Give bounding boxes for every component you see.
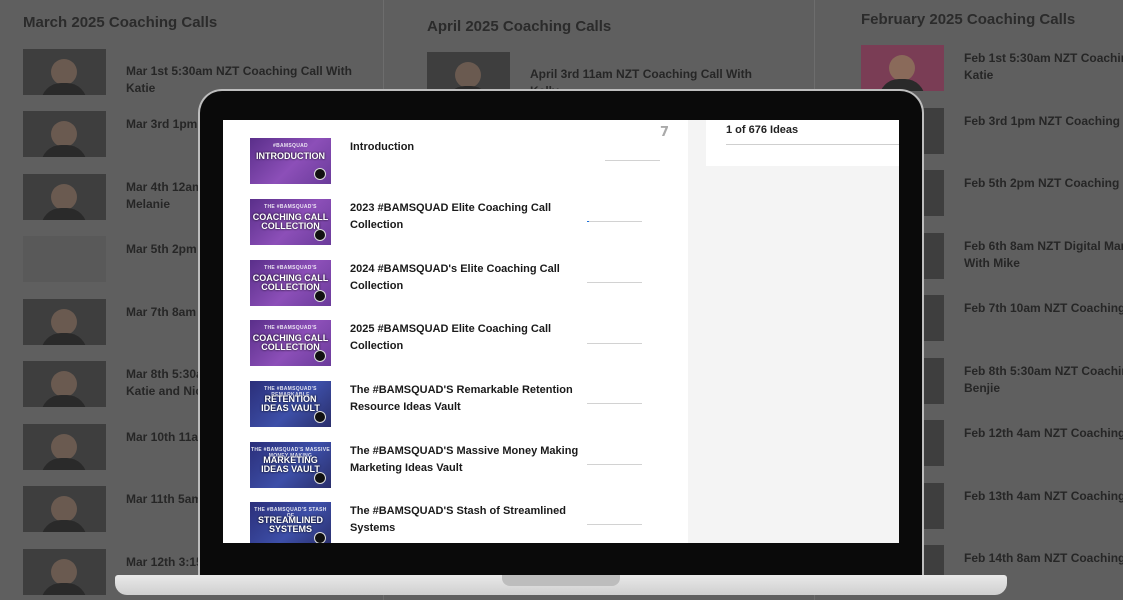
course-progress-bar [587, 524, 642, 525]
course-thumbnail[interactable]: THE #BAMSQUAD'S REMARKABLE RETENTION IDEA… [250, 381, 331, 427]
course-thumbnail[interactable]: THE #BAMSQUAD'S MASSIVE MONEY MAKING MARK… [250, 442, 331, 488]
course-title[interactable]: 2024 #BAMSQUAD's Elite Coaching Call Col… [350, 261, 605, 295]
person-thumbnail-icon [41, 496, 87, 532]
person-thumbnail-icon [879, 55, 925, 91]
ideas-card: 1 of 676 Ideas [706, 120, 899, 166]
course-title[interactable]: 2023 #BAMSQUAD Elite Coaching Call Colle… [350, 200, 605, 234]
course-progress-fill [587, 221, 589, 222]
logo-badge-icon [314, 472, 326, 484]
course-progress-bar [587, 221, 642, 222]
call-label[interactable]: Feb 8th 5:30am NZT Coaching Call With Be… [964, 363, 1123, 397]
laptop-notch [502, 575, 620, 586]
person-thumbnail-icon [445, 62, 491, 98]
call-thumbnail[interactable] [23, 361, 106, 407]
column-title: April 2025 Coaching Calls [427, 18, 612, 35]
person-thumbnail-icon [41, 121, 87, 157]
logo-badge-icon [314, 411, 326, 423]
person-thumbnail-icon [41, 184, 87, 220]
column-title: March 2025 Coaching Calls [23, 14, 218, 31]
course-progress-bar [587, 343, 642, 344]
logo-badge-icon [314, 532, 326, 543]
call-label[interactable]: Feb 7th 10am NZT Coaching Call [964, 300, 1123, 317]
call-thumbnail[interactable] [861, 45, 944, 91]
call-thumbnail[interactable] [23, 299, 106, 345]
course-title[interactable]: The #BAMSQUAD'S Stash of Streamlined Sys… [350, 503, 605, 537]
logo-badge-icon [314, 290, 326, 302]
call-label[interactable]: Feb 5th 2pm NZT Coaching Call With Benji… [964, 175, 1123, 192]
call-thumbnail[interactable] [23, 111, 106, 157]
course-title[interactable]: 2025 #BAMSQUAD Elite Coaching Call Colle… [350, 321, 605, 355]
call-list-item[interactable]: Feb 1st 5:30am NZT Coaching Call With Ka… [861, 45, 1123, 91]
course-row[interactable]: THE #BAMSQUAD'S COACHING CALL COLLECTION 2… [250, 199, 680, 245]
course-thumbnail[interactable]: THE #BAMSQUAD'S COACHING CALL COLLECTION [250, 320, 331, 366]
course-thumbnail[interactable]: THE #BAMSQUAD'S COACHING CALL COLLECTION [250, 199, 331, 245]
course-thumbnail[interactable]: THE #BAMSQUAD'S STASH OF STREAMLINED SYST… [250, 502, 331, 543]
person-thumbnail-icon [41, 434, 87, 470]
thumbnail-subtitle: #BAMSQUAD [273, 143, 308, 149]
call-label[interactable]: Feb 3rd 1pm NZT Coaching Call With Benji… [964, 113, 1123, 130]
ideas-divider [726, 144, 899, 145]
course-row[interactable]: THE #BAMSQUAD'S COACHING CALL COLLECTION 2… [250, 260, 680, 306]
call-thumbnail[interactable] [23, 174, 106, 220]
course-thumbnail[interactable]: #BAMSQUAD INTRODUCTION [250, 138, 331, 184]
logo-badge-icon [314, 168, 326, 180]
course-list: 7 #BAMSQUAD INTRODUCTION Introduction THE #… [223, 120, 688, 543]
call-thumbnail[interactable] [23, 236, 106, 282]
call-thumbnail[interactable] [23, 424, 106, 470]
call-label[interactable]: Feb 12th 4am NZT Coaching Call [964, 425, 1123, 442]
person-thumbnail-icon [41, 309, 87, 345]
logo-badge-icon [314, 229, 326, 241]
course-progress-bar [587, 464, 642, 465]
thumbnail-subtitle: THE #BAMSQUAD'S [264, 265, 317, 271]
logo-badge-icon [314, 350, 326, 362]
course-progress-bar [587, 282, 642, 283]
person-thumbnail-icon [41, 59, 87, 95]
course-row[interactable]: THE #BAMSQUAD'S STASH OF STREAMLINED SYST… [250, 502, 680, 543]
course-row[interactable]: #BAMSQUAD INTRODUCTION Introduction [250, 138, 680, 184]
course-progress-bar [587, 403, 642, 404]
course-progress-bar [605, 160, 660, 161]
thumbnail-subtitle: THE #BAMSQUAD'S [264, 204, 317, 210]
call-label[interactable]: Feb 13th 4am NZT Coaching Call [964, 488, 1123, 505]
course-row[interactable]: THE #BAMSQUAD'S REMARKABLE RETENTION IDEA… [250, 381, 680, 427]
call-label[interactable]: Feb 14th 8am NZT Coaching Call [964, 550, 1123, 567]
course-title[interactable]: The #BAMSQUAD'S Remarkable Retention Res… [350, 382, 605, 416]
course-thumbnail[interactable]: THE #BAMSQUAD'S COACHING CALL COLLECTION [250, 260, 331, 306]
call-thumbnail[interactable] [23, 486, 106, 532]
ideas-count: 1 of 676 Ideas [726, 124, 799, 136]
person-thumbnail-icon [41, 559, 87, 595]
course-row[interactable]: THE #BAMSQUAD'S MASSIVE MONEY MAKING MARK… [250, 442, 680, 488]
call-label[interactable]: Feb 1st 5:30am NZT Coaching Call With Ka… [964, 50, 1123, 84]
call-thumbnail[interactable] [23, 549, 106, 595]
course-title[interactable]: Introduction [350, 139, 605, 156]
laptop-screen: 7 #BAMSQUAD INTRODUCTION Introduction THE #… [223, 120, 899, 543]
column-title: February 2025 Coaching Calls [861, 11, 1076, 28]
ideas-panel: 1 of 676 Ideas [688, 120, 899, 543]
thumbnail-heading: INTRODUCTION [256, 151, 325, 161]
course-title[interactable]: The #BAMSQUAD'S Massive Money Making Mar… [350, 443, 605, 477]
person-thumbnail-icon [41, 371, 87, 407]
thumbnail-subtitle: THE #BAMSQUAD'S [264, 325, 317, 331]
call-label[interactable]: Feb 6th 8am NZT Digital Marketing Call W… [964, 238, 1123, 272]
call-thumbnail[interactable] [23, 49, 106, 95]
